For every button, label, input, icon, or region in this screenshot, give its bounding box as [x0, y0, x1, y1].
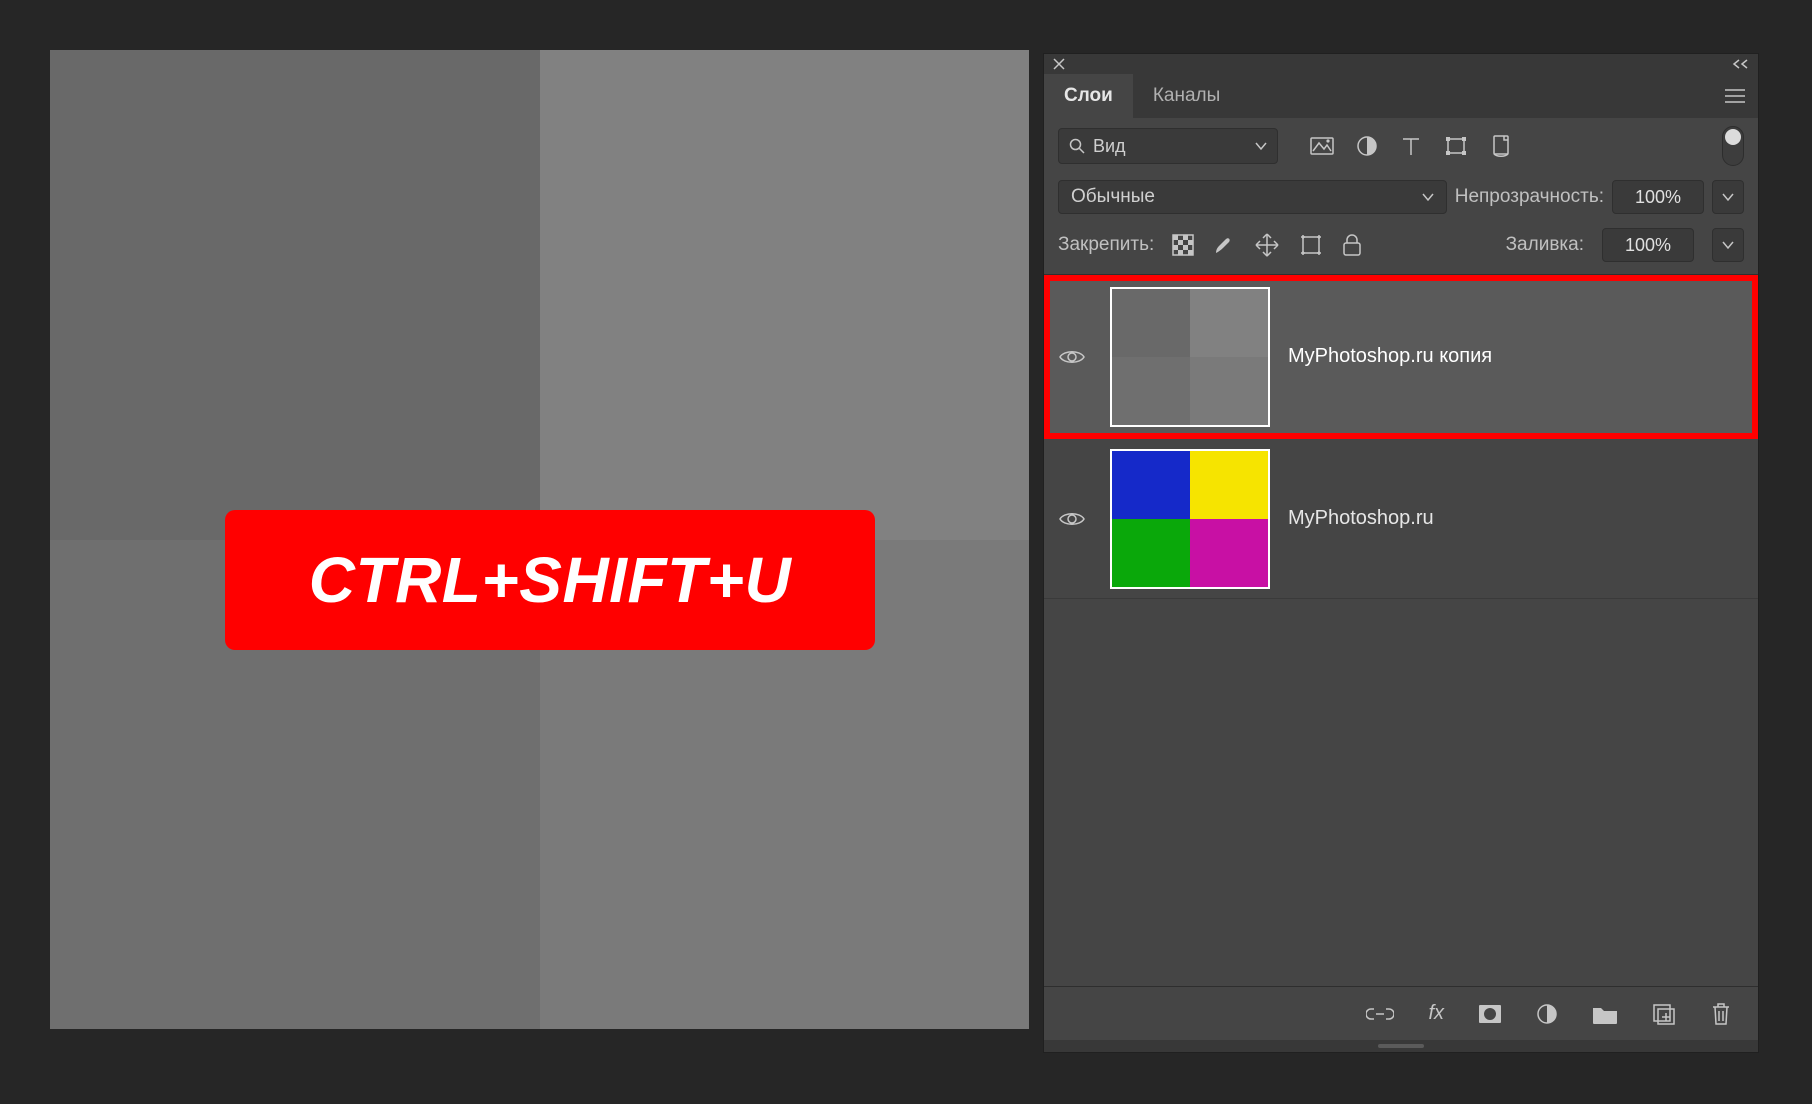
opacity-chevron[interactable] [1712, 180, 1744, 214]
chevron-down-icon [1422, 192, 1434, 202]
filter-adjustment-icon[interactable] [1356, 135, 1378, 157]
canvas-artboard: CTRL+SHIFT+U [50, 50, 1029, 1029]
lock-label: Закрепить: [1058, 234, 1154, 256]
canvas-quad-tl [50, 50, 540, 540]
tab-layers[interactable]: Слои [1044, 74, 1133, 118]
search-icon [1069, 138, 1085, 154]
tab-label: Слои [1064, 85, 1113, 107]
tab-label: Каналы [1153, 85, 1220, 107]
collapse-icon[interactable] [1732, 58, 1750, 70]
layer-row[interactable]: MyPhotoshop.ru [1044, 439, 1758, 599]
visibility-eye-icon[interactable] [1059, 510, 1085, 528]
shortcut-banner: CTRL+SHIFT+U [225, 510, 875, 650]
layer-thumbnail[interactable] [1110, 449, 1270, 589]
filter-type-icon[interactable] [1400, 135, 1422, 157]
layer-name[interactable]: MyPhotoshop.ru копия [1288, 345, 1492, 368]
delete-layer-icon[interactable] [1710, 1002, 1732, 1026]
filter-kind-label: Вид [1093, 136, 1126, 157]
fill-input[interactable]: 100% [1602, 228, 1694, 262]
opacity-input[interactable]: 100% [1612, 180, 1704, 214]
visibility-eye-icon[interactable] [1059, 348, 1085, 366]
new-adjustment-icon[interactable] [1536, 1003, 1558, 1025]
canvas-quad-tr [540, 50, 1030, 540]
filter-toggle[interactable] [1722, 126, 1744, 166]
new-layer-icon[interactable] [1652, 1003, 1676, 1025]
opacity-label: Непрозрачность: [1455, 186, 1604, 208]
lock-artboard-icon[interactable] [1298, 234, 1324, 256]
panel-menu-icon[interactable] [1724, 88, 1746, 104]
link-layers-icon[interactable] [1366, 1006, 1394, 1022]
blend-mode-select[interactable]: Обычные [1058, 180, 1447, 214]
fill-label: Заливка: [1506, 234, 1584, 256]
lock-all-icon[interactable] [1342, 233, 1362, 257]
panel-resize-grip[interactable] [1044, 1040, 1758, 1052]
blend-row: Обычные Непрозрачность: 100% [1044, 176, 1758, 222]
fill-chevron[interactable] [1712, 228, 1744, 262]
lock-transparency-icon[interactable] [1172, 234, 1194, 256]
filter-pixel-icon[interactable] [1310, 135, 1334, 157]
layer-thumbnail[interactable] [1110, 287, 1270, 427]
fill-value: 100% [1625, 235, 1671, 256]
chevron-down-icon [1255, 141, 1267, 151]
layer-row[interactable]: MyPhotoshop.ru копия [1044, 275, 1758, 439]
close-icon[interactable] [1052, 57, 1066, 71]
layer-fx-icon[interactable]: fx [1428, 1002, 1444, 1025]
lock-paint-icon[interactable] [1212, 233, 1236, 257]
layers-bottom-bar: fx [1044, 986, 1758, 1040]
panel-tabs: Слои Каналы [1044, 74, 1758, 118]
panel-topbar [1044, 54, 1758, 74]
layers-panel: Слои Каналы Вид [1043, 53, 1759, 1053]
lock-position-icon[interactable] [1254, 232, 1280, 258]
opacity-value: 100% [1635, 187, 1681, 208]
layers-list: MyPhotoshop.ru копия MyPhotoshop.ru [1044, 275, 1758, 986]
filter-kind-select[interactable]: Вид [1058, 128, 1278, 164]
tab-channels[interactable]: Каналы [1133, 74, 1240, 118]
new-group-icon[interactable] [1592, 1004, 1618, 1024]
filter-smartobject-icon[interactable] [1490, 134, 1512, 158]
layer-filter-row: Вид [1044, 118, 1758, 176]
lock-row: Закрепить: Заливка: 100% [1044, 222, 1758, 275]
shortcut-text: CTRL+SHIFT+U [309, 543, 791, 617]
filter-shape-icon[interactable] [1444, 135, 1468, 157]
blend-mode-value: Обычные [1071, 186, 1155, 208]
add-mask-icon[interactable] [1478, 1004, 1502, 1024]
layer-name[interactable]: MyPhotoshop.ru [1288, 507, 1434, 530]
